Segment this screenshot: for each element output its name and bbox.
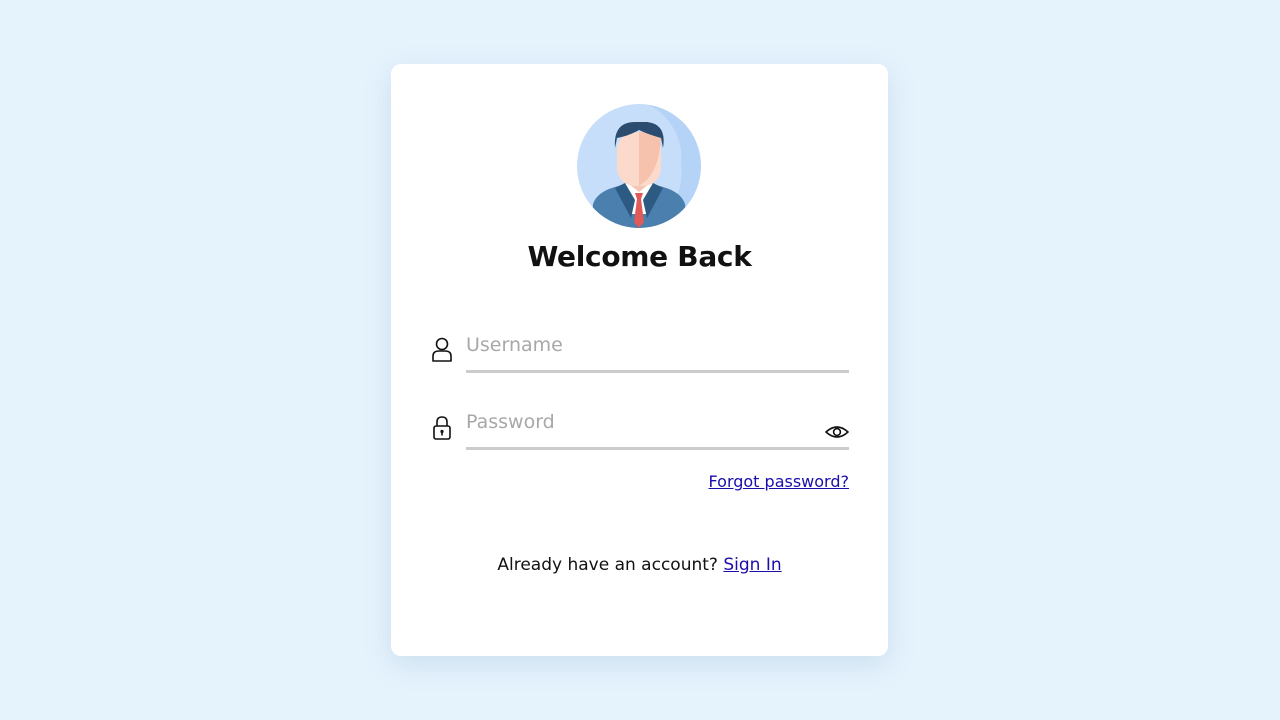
password-input[interactable]: [466, 407, 806, 437]
lock-icon: [433, 416, 451, 440]
username-input[interactable]: [466, 330, 806, 360]
password-field: [466, 407, 849, 450]
eye-icon[interactable]: [825, 423, 849, 441]
account-prompt: Already have an account? Sign In: [391, 555, 888, 575]
account-prompt-text: Already have an account?: [497, 555, 724, 575]
username-field: [466, 330, 849, 373]
sign-in-link[interactable]: Sign In: [723, 555, 781, 575]
login-card: Welcome Back Forgot password? Already ha…: [391, 64, 888, 656]
user-avatar-icon: [577, 104, 701, 228]
page-title: Welcome Back: [527, 240, 752, 273]
forgot-password-link[interactable]: Forgot password?: [709, 472, 849, 491]
user-icon: [432, 337, 452, 362]
